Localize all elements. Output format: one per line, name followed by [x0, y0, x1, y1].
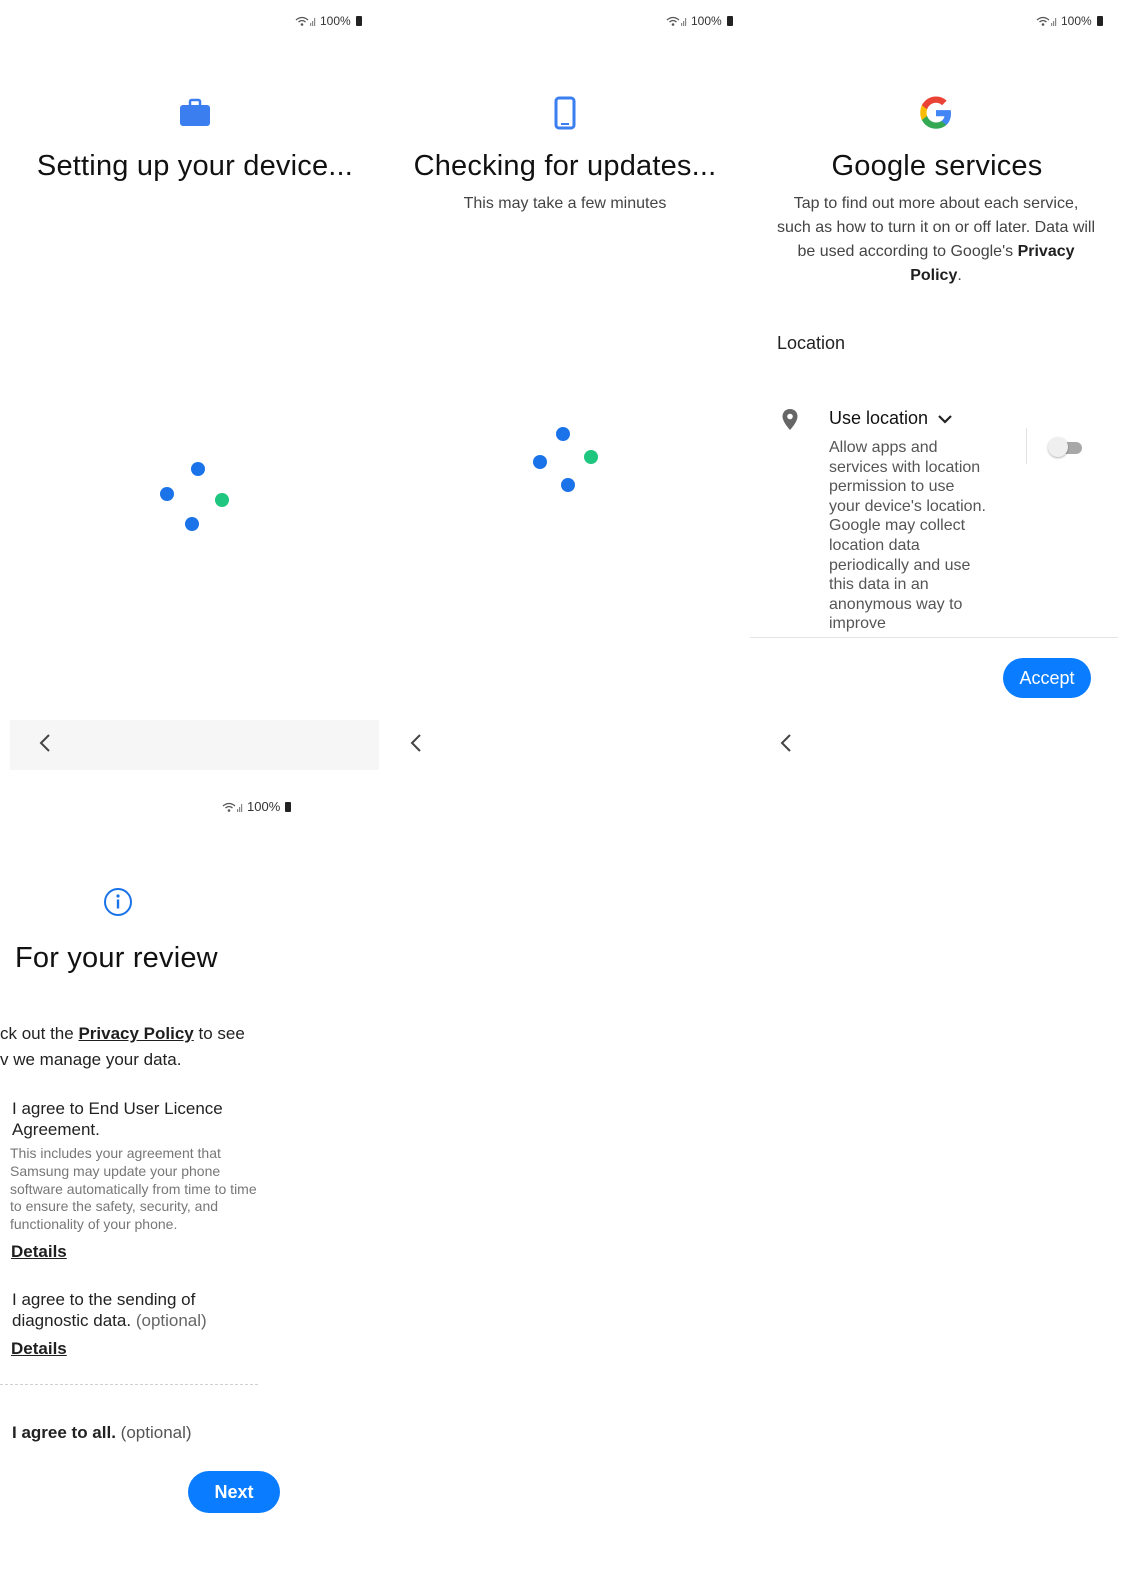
eula-checkbox-label[interactable]: I agree to End User Licence Agreement.	[12, 1098, 252, 1140]
intro-line2: v we manage your data.	[0, 1050, 182, 1069]
chevron-left-icon	[780, 734, 791, 752]
status-bar: 100%	[295, 14, 362, 28]
phone-icon	[554, 96, 576, 130]
back-button[interactable]	[766, 723, 806, 763]
divider	[750, 637, 1118, 638]
use-location-toggle[interactable]	[1048, 437, 1084, 457]
battery-percent: 100%	[691, 14, 722, 28]
battery-icon	[726, 16, 733, 26]
bottom-nav-bar	[10, 720, 379, 770]
page-subtitle: This may take a few minutes	[463, 195, 667, 212]
google-logo-icon	[920, 96, 951, 129]
optional-tag: (optional)	[120, 1423, 192, 1442]
use-location-label: Use location	[829, 408, 929, 428]
battery-icon	[285, 801, 292, 812]
next-button[interactable]: Next	[188, 1471, 280, 1513]
wifi-signal-icon	[1036, 16, 1057, 26]
privacy-policy-link[interactable]: Privacy Policy	[78, 1024, 193, 1043]
battery-icon	[1096, 16, 1103, 26]
page-description: Tap to find out more about each service,…	[775, 192, 1097, 288]
info-icon	[104, 888, 132, 916]
back-button[interactable]	[25, 723, 65, 763]
page-title: Setting up your device...	[36, 150, 354, 182]
agree-all-text: I agree to all.	[12, 1423, 116, 1442]
intro-suffix: to see	[193, 1024, 245, 1043]
section-label: Location	[777, 333, 846, 353]
diagnostic-checkbox-label[interactable]: I agree to the sending of diagnostic dat…	[12, 1289, 252, 1331]
status-bar: 100%	[222, 799, 292, 814]
divider	[1026, 428, 1027, 464]
description-suffix: .	[957, 267, 962, 284]
back-button[interactable]	[396, 723, 436, 763]
location-pin-icon	[782, 409, 798, 430]
use-location-expander[interactable]: Use location	[829, 408, 952, 429]
wifi-signal-icon	[666, 16, 687, 26]
wifi-signal-icon	[222, 802, 243, 812]
intro-prefix: ck out the	[0, 1024, 79, 1043]
agree-all-checkbox-label[interactable]: I agree to all. (optional)	[12, 1423, 192, 1443]
briefcase-icon	[180, 98, 210, 126]
diagnostic-details-link[interactable]: Details	[11, 1339, 67, 1359]
battery-percent: 100%	[320, 14, 351, 28]
page-title: Checking for updates...	[413, 150, 717, 182]
status-bar: 100%	[1036, 14, 1103, 28]
chevron-down-icon	[938, 414, 952, 424]
eula-details-link[interactable]: Details	[11, 1242, 67, 1262]
wifi-signal-icon	[295, 16, 316, 26]
battery-percent: 100%	[1061, 14, 1092, 28]
use-location-description: Allow apps and services with location pe…	[829, 439, 986, 633]
page-title: Google services	[831, 150, 1043, 182]
intro-text: ck out the Privacy Policy to see v we ma…	[0, 1021, 270, 1073]
chevron-left-icon	[39, 734, 50, 752]
battery-percent: 100%	[247, 799, 281, 814]
battery-icon	[355, 16, 362, 26]
divider	[0, 1384, 258, 1385]
chevron-left-icon	[410, 734, 421, 752]
page-title: For your review	[15, 942, 218, 974]
status-bar: 100%	[666, 14, 733, 28]
eula-description: This includes your agreement that Samsun…	[10, 1145, 257, 1233]
optional-tag: (optional)	[135, 1311, 207, 1330]
accept-button[interactable]: Accept	[1003, 658, 1091, 698]
